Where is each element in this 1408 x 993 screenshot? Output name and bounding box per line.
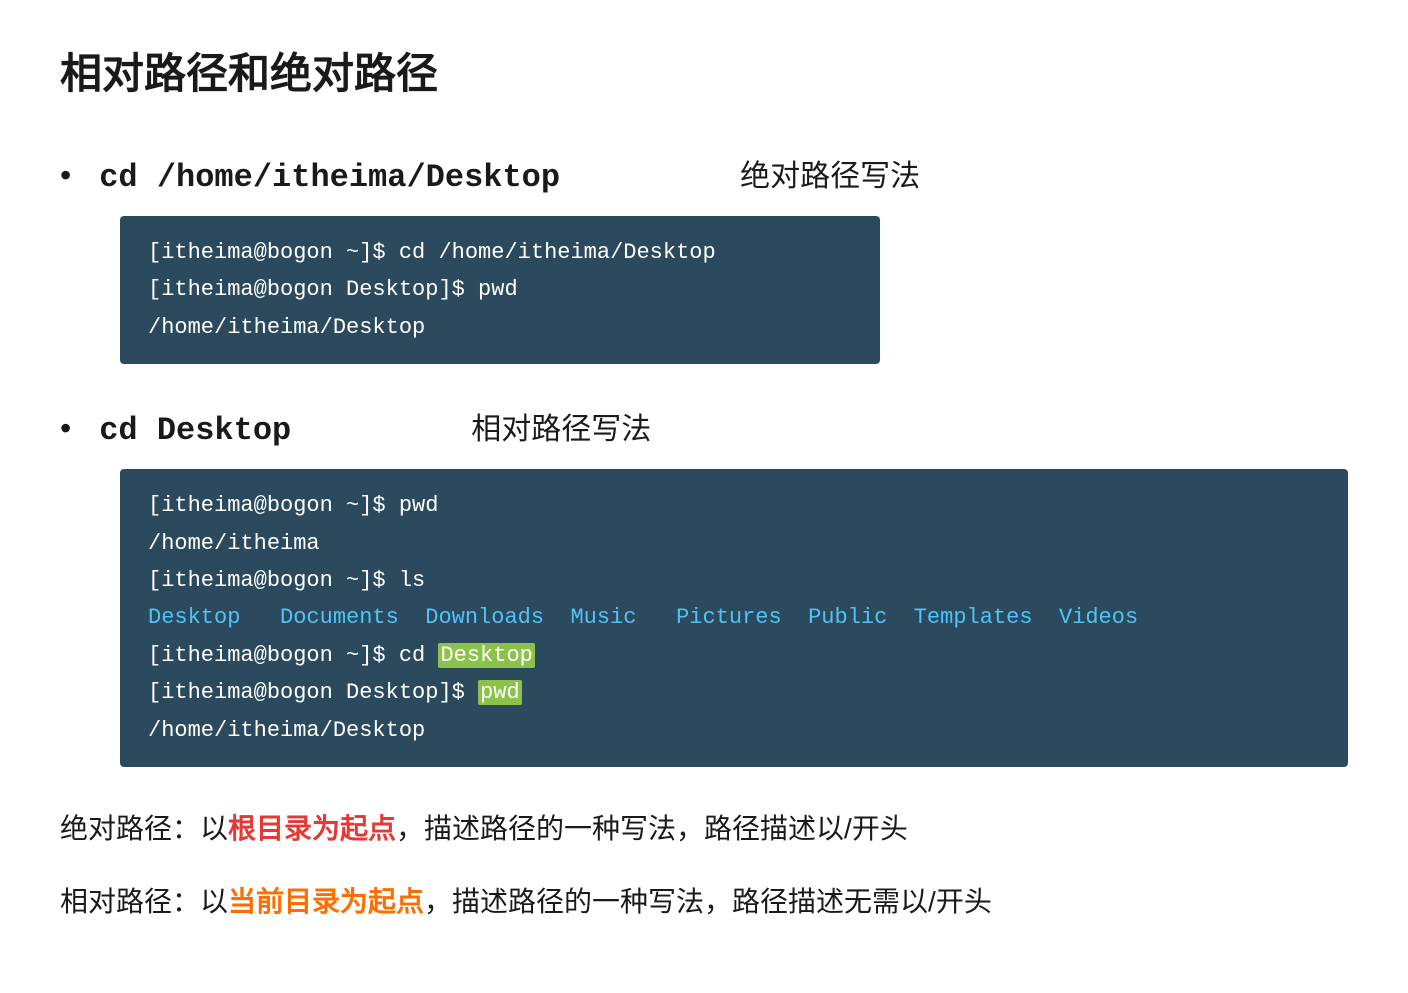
- highlight-pwd: pwd: [478, 680, 522, 705]
- terminal-line-1: [itheima@bogon ~]$ cd /home/itheima/Desk…: [148, 234, 852, 271]
- terminal-r-line-6: [itheima@bogon Desktop]$ pwd: [148, 674, 1320, 711]
- bullet-row-1: • cd /home/itheima/Desktop 绝对路径写法: [60, 151, 1348, 196]
- explanation-absolute-suffix: ，描述路径的一种写法，路径描述以/开头: [396, 813, 908, 844]
- bullet-dot-1: •: [60, 159, 71, 191]
- bullet-dot-2: •: [60, 412, 71, 444]
- relative-path-label: 相对路径写法: [471, 404, 651, 448]
- terminal-r-line-4: Desktop Documents Downloads Music Pictur…: [148, 599, 1320, 636]
- explanation-absolute: 绝对路径：以根目录为起点，描述路径的一种写法，路径描述以/开头: [60, 807, 1348, 852]
- terminal-r-line-1: [itheima@bogon ~]$ pwd: [148, 487, 1320, 524]
- relative-path-command: cd Desktop: [99, 412, 291, 449]
- section-relative-path: • cd Desktop 相对路径写法 [itheima@bogon ~]$ p…: [60, 404, 1348, 767]
- explanation-relative-highlight: 当前目录为起点: [228, 886, 424, 917]
- terminal-line-2: [itheima@bogon Desktop]$ pwd: [148, 271, 852, 308]
- page-title: 相对路径和绝对路径: [60, 40, 1348, 101]
- terminal-r-line-3: [itheima@bogon ~]$ ls: [148, 562, 1320, 599]
- absolute-path-command: cd /home/itheima/Desktop: [99, 159, 560, 196]
- terminal-r-line-2: /home/itheima: [148, 525, 1320, 562]
- section-absolute-path: • cd /home/itheima/Desktop 绝对路径写法 [ithei…: [60, 151, 1348, 364]
- absolute-path-label: 绝对路径写法: [740, 151, 920, 195]
- terminal-line-3: /home/itheima/Desktop: [148, 309, 852, 346]
- explanation-absolute-prefix: 绝对路径：以: [60, 813, 228, 844]
- explanation-section: 绝对路径：以根目录为起点，描述路径的一种写法，路径描述以/开头 相对路径：以当前…: [60, 807, 1348, 925]
- bullet-content-2: cd Desktop 相对路径写法: [99, 404, 1348, 449]
- terminal-r-line-5: [itheima@bogon ~]$ cd Desktop: [148, 637, 1320, 674]
- explanation-relative: 相对路径：以当前目录为起点，描述路径的一种写法，路径描述无需以/开头: [60, 880, 1348, 925]
- bullet-content-1: cd /home/itheima/Desktop 绝对路径写法: [99, 151, 1348, 196]
- explanation-relative-suffix: ，描述路径的一种写法，路径描述无需以/开头: [424, 886, 992, 917]
- terminal-r-line-7: /home/itheima/Desktop: [148, 712, 1320, 749]
- explanation-absolute-highlight: 根目录为起点: [228, 813, 396, 844]
- terminal-relative: [itheima@bogon ~]$ pwd /home/itheima [it…: [120, 469, 1348, 767]
- highlight-desktop: Desktop: [438, 643, 534, 668]
- explanation-relative-prefix: 相对路径：以: [60, 886, 228, 917]
- terminal-absolute: [itheima@bogon ~]$ cd /home/itheima/Desk…: [120, 216, 880, 364]
- bullet-row-2: • cd Desktop 相对路径写法: [60, 404, 1348, 449]
